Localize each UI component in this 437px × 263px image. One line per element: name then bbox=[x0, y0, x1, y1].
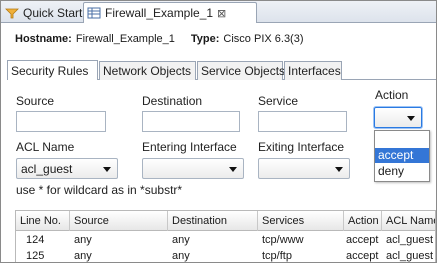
cell-action: accept bbox=[346, 234, 379, 246]
cell-source: any bbox=[74, 250, 92, 262]
tab-security-rules[interactable]: Security Rules bbox=[7, 60, 98, 80]
type-value: Cisco PIX 6.3(3) bbox=[223, 33, 304, 45]
device-header: Hostname: Firewall_Example_1 Type: Cisco PI… bbox=[15, 33, 304, 45]
hostname-label: Hostname: bbox=[15, 33, 72, 45]
wildcard-hint: use * for wildcard as in *substr* bbox=[16, 183, 183, 197]
quick-start-icon bbox=[5, 6, 19, 20]
type-label: Type: bbox=[190, 33, 220, 45]
close-icon[interactable]: ⊠ bbox=[217, 7, 226, 20]
action-dropdown[interactable] bbox=[374, 107, 422, 128]
acl-name-label: ACL Name bbox=[16, 140, 75, 154]
cell-acl-name: acl_guest bbox=[386, 250, 434, 262]
service-label: Service bbox=[258, 94, 299, 108]
entering-interface-label: Entering Interface bbox=[142, 140, 237, 154]
column-header-services[interactable]: Services bbox=[258, 211, 344, 231]
table-icon bbox=[87, 6, 101, 20]
rules-table: Line No. Source Destination Services Act… bbox=[15, 210, 436, 262]
hostname-value: Firewall_Example_1 bbox=[75, 33, 175, 45]
source-label: Source bbox=[16, 94, 55, 108]
action-label: Action bbox=[375, 88, 409, 102]
cell-services: tcp/www bbox=[262, 234, 304, 246]
cell-acl-name: acl_guest bbox=[386, 234, 434, 246]
acl-name-dropdown[interactable]: acl_guest bbox=[16, 158, 118, 179]
action-option-accept[interactable]: accept bbox=[375, 148, 429, 163]
action-options-list: accept deny bbox=[374, 130, 430, 182]
cell-services: tcp/ftp bbox=[262, 250, 292, 262]
column-header-source[interactable]: Source bbox=[70, 211, 168, 231]
cell-line-no: 125 bbox=[26, 250, 45, 262]
table-row[interactable]: 125 any any tcp/ftp accept acl_guest bbox=[16, 248, 435, 262]
table-header: Line No. Source Destination Services Act… bbox=[16, 211, 435, 231]
cell-destination: any bbox=[172, 250, 190, 262]
cell-action: accept bbox=[346, 250, 379, 262]
chevron-down-icon bbox=[229, 167, 237, 172]
editor-tab-bar: Quick Start Firewall_Example_1 ⊠ bbox=[1, 1, 436, 23]
destination-label: Destination bbox=[142, 94, 203, 108]
acl-name-value: acl_guest bbox=[21, 161, 73, 176]
chevron-down-icon bbox=[407, 116, 415, 121]
entering-interface-dropdown[interactable] bbox=[142, 158, 244, 179]
column-header-acl-name[interactable]: ACL Name bbox=[382, 211, 435, 231]
action-option-deny[interactable]: deny bbox=[375, 164, 429, 179]
view-tab-bar: Security Rules Network Objects Service O… bbox=[7, 60, 436, 80]
destination-input[interactable] bbox=[142, 111, 240, 132]
tab-label: Quick Start bbox=[23, 5, 83, 20]
cell-destination: any bbox=[172, 234, 190, 246]
column-header-line-no[interactable]: Line No. bbox=[16, 211, 70, 231]
table-row[interactable]: 124 any any tcp/www accept acl_guest bbox=[16, 232, 435, 248]
cell-source: any bbox=[74, 234, 92, 246]
chevron-down-icon bbox=[335, 167, 343, 172]
column-header-action[interactable]: Action bbox=[344, 211, 382, 231]
tab-quick-start[interactable]: Quick Start bbox=[5, 2, 83, 23]
window: Quick Start Firewall_Example_1 ⊠ Hostnam… bbox=[0, 0, 437, 263]
chevron-down-icon bbox=[103, 167, 111, 172]
exiting-interface-label: Exiting Interface bbox=[258, 140, 345, 154]
service-input[interactable] bbox=[258, 111, 347, 132]
exiting-interface-dropdown[interactable] bbox=[258, 158, 350, 179]
tab-service-objects[interactable]: Service Objects bbox=[197, 61, 285, 80]
source-input[interactable] bbox=[16, 111, 106, 132]
tab-firewall-example[interactable]: Firewall_Example_1 ⊠ bbox=[83, 2, 257, 23]
column-header-destination[interactable]: Destination bbox=[168, 211, 258, 231]
tab-interfaces[interactable]: Interfaces bbox=[284, 61, 342, 80]
tab-label: Firewall_Example_1 bbox=[105, 6, 214, 20]
cell-line-no: 124 bbox=[26, 234, 45, 246]
tab-network-objects[interactable]: Network Objects bbox=[99, 61, 196, 80]
